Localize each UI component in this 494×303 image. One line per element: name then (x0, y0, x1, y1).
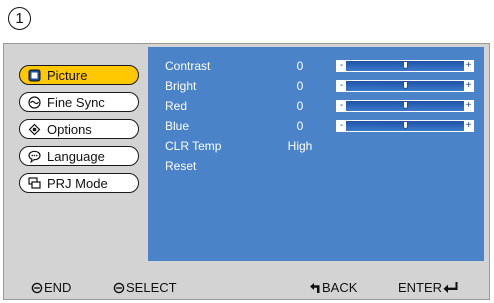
sidebar-item-language[interactable]: Language (19, 146, 139, 166)
sidebar-item-label: Fine Sync (47, 94, 105, 110)
bright-row: Bright 0 - + (148, 78, 484, 96)
setting-value: 0 (296, 59, 304, 73)
sidebar-item-options[interactable]: Options (19, 119, 139, 139)
picture-icon (28, 69, 41, 82)
setting-label: Red (165, 99, 188, 113)
step-number-badge: 1 (8, 7, 31, 30)
end-label: END (44, 280, 72, 295)
slider-plus-icon: + (464, 120, 473, 132)
end-button-icon (31, 282, 43, 293)
blue-slider[interactable]: - + (336, 120, 474, 132)
setting-value: High (287, 139, 313, 153)
end-hint: END (31, 280, 71, 295)
slider-thumb[interactable] (402, 101, 408, 109)
contrast-slider[interactable]: - + (336, 60, 474, 72)
slider-thumb[interactable] (402, 61, 408, 69)
contrast-row: Contrast 0 - + (148, 58, 484, 76)
sidebar-item-fine-sync[interactable]: Fine Sync (19, 92, 139, 112)
red-row: Red 0 - + (148, 98, 484, 116)
slider-minus-icon: - (337, 80, 346, 92)
setting-label: Reset (165, 159, 197, 173)
setting-value: 0 (296, 99, 304, 113)
sidebar-item-label: Picture (47, 67, 88, 83)
slider-thumb[interactable] (402, 81, 408, 89)
slider-thumb[interactable] (402, 121, 408, 129)
sidebar-item-picture[interactable]: Picture (19, 65, 139, 85)
slider-minus-icon: - (337, 120, 346, 132)
sidebar-item-label: Options (47, 121, 92, 137)
sidebar-item-prj-mode[interactable]: PRJ Mode (19, 173, 139, 193)
slider-plus-icon: + (464, 100, 473, 112)
setting-label: Blue (165, 119, 190, 133)
back-arrow-icon (310, 282, 320, 293)
clr-temp-row[interactable]: CLR Temp High (148, 138, 484, 156)
projector-menu-screen: Picture Fine Sync Options Language PRJ M… (3, 43, 490, 300)
enter-hint: ENTER (398, 280, 459, 295)
select-hint: SELECT (113, 280, 177, 295)
red-slider[interactable]: - + (336, 100, 474, 112)
slider-plus-icon: + (464, 80, 473, 92)
slider-minus-icon: - (337, 60, 346, 72)
setting-value: 0 (296, 119, 304, 133)
enter-label: ENTER (398, 280, 443, 295)
reset-row[interactable]: Reset (148, 158, 484, 176)
language-icon (28, 150, 41, 163)
back-label: BACK (322, 280, 358, 295)
slider-minus-icon: - (337, 100, 346, 112)
setting-label: CLR Temp (165, 139, 222, 153)
sidebar-item-label: Language (47, 148, 105, 164)
options-icon (28, 123, 41, 136)
setting-value: 0 (296, 79, 304, 93)
fine-sync-icon (28, 95, 41, 109)
sidebar-item-label: PRJ Mode (47, 175, 108, 191)
back-hint: BACK (309, 280, 357, 295)
setting-label: Contrast (165, 59, 211, 73)
select-label: SELECT (126, 280, 177, 295)
bright-slider[interactable]: - + (336, 80, 474, 92)
setting-label: Bright (165, 79, 197, 93)
picture-settings-panel: Contrast 0 - + Bright 0 - + Red 0 - + Bl… (148, 47, 484, 261)
select-button-icon (113, 282, 125, 293)
blue-row: Blue 0 - + (148, 118, 484, 136)
slider-plus-icon: + (464, 60, 473, 72)
prj-mode-icon (28, 176, 41, 190)
enter-arrow-icon (443, 282, 458, 293)
